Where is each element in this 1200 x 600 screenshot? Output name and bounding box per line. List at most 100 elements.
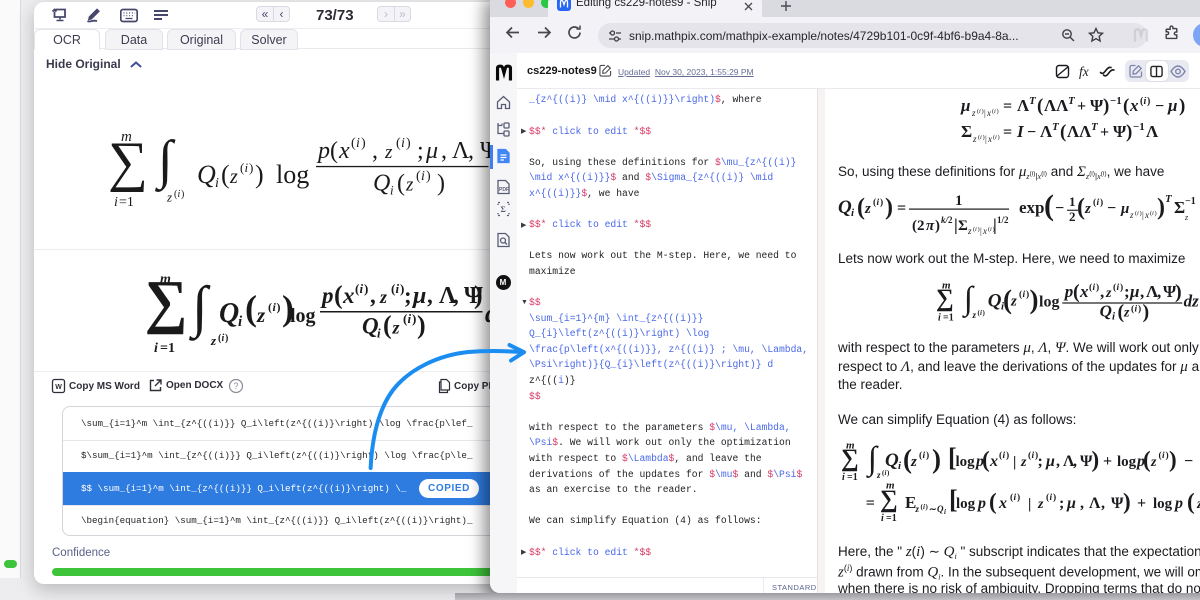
svg-text:(: (: [1073, 281, 1080, 303]
svg-text:T: T: [1091, 121, 1099, 133]
svg-text:z: z: [971, 108, 976, 118]
svg-text:): ): [1017, 492, 1020, 503]
svg-text:,: ,: [1157, 282, 1161, 301]
svg-text:): ): [1120, 282, 1123, 293]
svg-text:∫: ∫: [155, 130, 176, 193]
svg-text:z: z: [876, 470, 881, 480]
svg-text:): ): [926, 450, 929, 461]
svg-text:z: z: [256, 303, 266, 327]
svg-text:): ): [225, 333, 228, 344]
svg-text:): ): [880, 197, 883, 208]
svg-text:i: i: [215, 176, 219, 191]
svg-text:): ): [935, 218, 940, 234]
svg-text:(: (: [1060, 122, 1066, 143]
svg-text:): ): [249, 160, 253, 175]
svg-text:∑: ∑: [841, 445, 859, 472]
svg-text:z: z: [1129, 210, 1134, 220]
svg-text:): ): [1147, 97, 1150, 107]
svg-text:Q: Q: [373, 171, 390, 197]
svg-text:(: (: [268, 300, 272, 314]
svg-text:z: z: [972, 134, 977, 144]
svg-text:exp: exp: [1019, 198, 1045, 217]
svg-text:+: +: [1137, 495, 1146, 512]
svg-text:(: (: [383, 311, 392, 340]
svg-text:i: i: [245, 160, 249, 175]
svg-text:Q: Q: [1100, 302, 1112, 321]
svg-text:p: p: [1173, 495, 1183, 512]
svg-text:−1: −1: [1133, 121, 1145, 133]
svg-text:1: 1: [1069, 194, 1076, 209]
svg-text:;: ;: [1124, 282, 1130, 301]
svg-text:x: x: [1079, 282, 1089, 301]
svg-text:|: |: [1142, 210, 1144, 220]
svg-text:(: (: [245, 288, 257, 328]
svg-text:x: x: [986, 108, 991, 118]
svg-text:i: i: [938, 313, 941, 324]
svg-text:−: −: [1155, 98, 1164, 115]
svg-text:z: z: [967, 226, 972, 236]
svg-text:z: z: [1037, 497, 1044, 512]
svg-text:μ: μ: [411, 283, 426, 309]
svg-text:): ): [426, 169, 431, 184]
svg-text:Q: Q: [885, 450, 899, 471]
svg-text:): ): [1030, 285, 1039, 315]
svg-text:2: 2: [948, 215, 953, 225]
svg-text:i: i: [114, 195, 118, 210]
svg-text:i: i: [421, 169, 425, 184]
svg-text:,: ,: [1073, 453, 1077, 470]
svg-text:Q: Q: [937, 504, 944, 514]
svg-text:i: i: [360, 281, 364, 296]
svg-text:Ψ: Ψ: [1090, 97, 1104, 115]
svg-text:): ): [364, 281, 368, 296]
svg-text:): ): [932, 444, 941, 474]
svg-text:): ): [998, 134, 1000, 141]
svg-text:;: ;: [1059, 495, 1064, 512]
svg-text:log: log: [1117, 454, 1137, 470]
svg-text:x: x: [987, 134, 992, 144]
svg-text:∑: ∑: [108, 131, 148, 193]
svg-text:): ): [1103, 97, 1109, 117]
svg-text:dz: dz: [1184, 292, 1200, 311]
svg-text:): ): [417, 311, 426, 340]
svg-text:x: x: [989, 453, 998, 470]
svg-text:z: z: [1150, 455, 1157, 470]
svg-text:,: ,: [1056, 453, 1060, 470]
svg-text:PDF: PDF: [499, 187, 509, 193]
svg-text:): ): [983, 309, 986, 317]
svg-text:x: x: [982, 226, 987, 236]
svg-text:p: p: [1063, 282, 1074, 301]
svg-text:T: T: [1165, 193, 1173, 205]
svg-text:Q: Q: [988, 291, 1002, 312]
svg-text:∫: ∫: [189, 276, 211, 342]
svg-text:): ): [181, 189, 184, 200]
svg-text:|: |: [1013, 455, 1016, 471]
svg-text:): ): [412, 311, 416, 326]
svg-text:): ): [1138, 304, 1141, 315]
svg-text:−: −: [1184, 453, 1193, 470]
svg-text:): ): [997, 108, 999, 115]
svg-text:Σ: Σ: [1174, 198, 1185, 217]
svg-text:,: ,: [1080, 495, 1084, 512]
svg-text:(: (: [1037, 97, 1043, 117]
svg-text:μ: μ: [1045, 453, 1055, 470]
svg-text:i: i: [154, 341, 158, 356]
svg-text:log: log: [290, 305, 316, 327]
svg-text:,: ,: [1101, 495, 1105, 512]
svg-text:Q: Q: [219, 298, 239, 329]
svg-text:1/2: 1/2: [997, 215, 1009, 225]
svg-text:μ: μ: [1120, 201, 1129, 217]
svg-text:−1: −1: [1110, 97, 1122, 107]
svg-text:i: i: [851, 207, 855, 219]
svg-text:+: +: [1100, 124, 1109, 141]
svg-text:): ): [1157, 195, 1165, 221]
svg-text:): ): [277, 300, 281, 314]
svg-text:z: z: [166, 190, 172, 205]
svg-text:∑: ∑: [880, 486, 898, 513]
svg-text:i: i: [408, 311, 412, 326]
svg-text:μ: μ: [1066, 495, 1076, 512]
svg-text:T: T: [1052, 121, 1060, 133]
svg-text:i: i: [401, 136, 405, 151]
svg-text:): ): [474, 281, 483, 310]
svg-text:z: z: [392, 318, 400, 338]
svg-text:W: W: [55, 384, 62, 391]
